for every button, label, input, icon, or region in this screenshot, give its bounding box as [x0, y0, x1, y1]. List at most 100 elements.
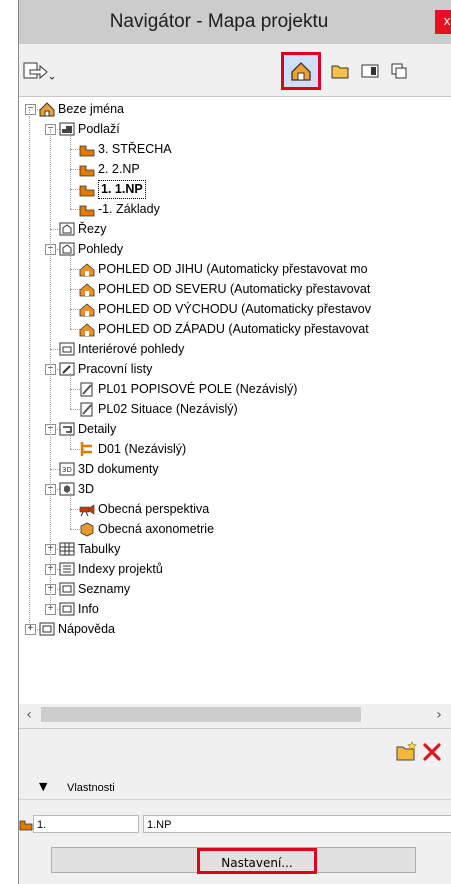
tree-item-lists[interactable]: + Seznamy [19, 579, 451, 599]
schedule-icon [59, 542, 75, 556]
horizontal-scrollbar[interactable]: ‹ › [19, 704, 451, 726]
tree-item-label: -1. Základy [98, 202, 160, 216]
tree-item-elevations[interactable]: − Pohledy [19, 239, 451, 259]
view-map-button[interactable] [327, 58, 353, 84]
collapse-toggle-icon[interactable]: − [25, 104, 36, 115]
tree-item-perspective[interactable]: Obecná perspektiva [19, 499, 451, 519]
tree-item-story[interactable]: 3. STŘECHA [19, 139, 451, 159]
tree-item-label: Nápověda [58, 622, 115, 636]
tree-item-label: POHLED OD JIHU (Automaticky přestavovat … [98, 262, 368, 276]
worksheets-icon [59, 362, 75, 376]
publisher-sets-icon [391, 63, 407, 79]
tree-item-story[interactable]: 2. 2.NP [19, 159, 451, 179]
story-id-field[interactable]: 1. [33, 815, 139, 833]
tree-item-help[interactable]: + Nápověda [19, 619, 451, 639]
tree-item-label: POHLED OD VÝCHODU (Automaticky přestavov [98, 302, 371, 316]
tree-item-worksheet[interactable]: PL02 Situace (Nezávislý) [19, 399, 451, 419]
tree-item-label: 2. 2.NP [98, 162, 140, 176]
story-icon [79, 165, 95, 177]
project-map-tree[interactable]: − Beze jména − Podlaží 3. STŘECHA 2. 2.NP 1. 1… [19, 96, 451, 706]
properties-title: Vlastnosti [67, 782, 115, 794]
properties-panel: ▼ Vlastnosti 1. 1.NP Nastavení... [19, 777, 451, 884]
collapse-triangle-icon: ▼ [39, 780, 48, 793]
new-folder-button[interactable] [395, 741, 417, 763]
details-icon [59, 422, 75, 436]
tree-item-3d[interactable]: −3D [19, 479, 451, 499]
worksheet-icon [80, 402, 93, 417]
tree-item-worksheet[interactable]: PL01 POPISOVÉ POLE (Nezávislý) [19, 379, 451, 399]
properties-header[interactable]: ▼ Vlastnosti [19, 777, 451, 800]
index-icon [59, 562, 75, 576]
settings-button-label: Nastavení... [197, 848, 317, 874]
project-map-house-icon [291, 62, 311, 81]
tree-actions-bar [19, 728, 451, 777]
navigator-window: Navigátor - Mapa projektu x − Beze jména… [18, 0, 451, 884]
title-bar: Navigátor - Mapa projektu x [19, 0, 451, 44]
project-house-icon [39, 102, 55, 117]
tree-item-project-indexes[interactable]: + Indexy projektů [19, 559, 451, 579]
tree-item-label: 1. 1.NP [98, 180, 146, 199]
close-button[interactable]: x [435, 10, 451, 34]
tree-item-details[interactable]: − Detaily [19, 419, 451, 439]
scroll-left-arrow-icon[interactable]: ‹ [19, 704, 39, 726]
tree-item-label: Seznamy [78, 582, 131, 596]
elevation-icon [79, 303, 95, 317]
tree-item-axonometry[interactable]: Obecná axonometrie [19, 519, 451, 539]
tree-item-label: Info [78, 602, 99, 616]
tree-item-label: POHLED OD SEVERU (Automaticky přestavova… [98, 282, 371, 296]
scroll-right-arrow-icon[interactable]: › [429, 704, 449, 726]
tree-item-elevation[interactable]: POHLED OD ZÁPADU (Automaticky přestavova… [19, 319, 451, 339]
settings-button[interactable]: Nastavení... [51, 847, 416, 874]
story-name-field[interactable]: 1.NP [143, 815, 451, 833]
tree-item-info[interactable]: + Info [19, 599, 451, 619]
section-icon [59, 222, 75, 236]
folder-icon [331, 65, 349, 79]
tree-item-label: 3. STŘECHA [98, 142, 172, 156]
list-icon [59, 582, 75, 596]
layout-book-button[interactable] [357, 58, 383, 84]
tree-item-stories[interactable]: − Podlaží [19, 119, 451, 139]
expand-toggle-icon[interactable]: + [25, 624, 36, 635]
tree-item-label: Obecná axonometrie [98, 522, 215, 536]
tree-item-3d-documents[interactable]: 3D 3D dokumenty [19, 459, 451, 479]
tree-item-label: PL02 Situace (Nezávislý) [98, 402, 238, 416]
tree-item-label: Obecná perspektiva [98, 502, 210, 516]
tree-item-project[interactable]: − Beze jména [19, 99, 451, 119]
tree-item-story[interactable]: -1. Základy [19, 199, 451, 219]
scroll-thumb[interactable] [41, 707, 361, 722]
tree-item-interior-elevations[interactable]: Interiérové pohledy [19, 339, 451, 359]
tree-item-sections[interactable]: Řezy [19, 219, 451, 239]
tree-item-detail[interactable]: D01 (Nezávislý) [19, 439, 451, 459]
svg-text:3D: 3D [62, 466, 72, 474]
tree-item-label: Indexy projektů [78, 562, 163, 576]
list-icon [39, 622, 55, 636]
project-map-button[interactable] [281, 52, 321, 90]
tree-item-label: Interiérové pohledy [78, 342, 185, 356]
detail-icon [80, 442, 92, 456]
tree-item-worksheets[interactable]: − Pracovní listy [19, 359, 451, 379]
tree-item-label: Pracovní listy [78, 362, 153, 376]
tree-item-elevation[interactable]: POHLED OD VÝCHODU (Automaticky přestavov [19, 299, 451, 319]
tree-item-story[interactable]: 1. 1.NP [19, 179, 451, 199]
tree-item-label: Pohledy [78, 242, 124, 256]
section-icon [59, 242, 75, 256]
tree-item-schedules[interactable]: + Tabulky [19, 539, 451, 559]
new-folder-star-icon [396, 741, 417, 761]
tree-item-elevation[interactable]: POHLED OD JIHU (Automaticky přestavovat … [19, 259, 451, 279]
delete-button[interactable] [421, 741, 443, 763]
story-icon [79, 205, 95, 217]
tree-guide-line [70, 373, 71, 409]
story-icon [19, 820, 33, 831]
tree-item-label: D01 (Nezávislý) [98, 442, 187, 456]
tree-guide-line [70, 493, 71, 529]
tree-item-elevation[interactable]: POHLED OD SEVERU (Automaticky přestavova… [19, 279, 451, 299]
window-title: Navigátor - Mapa projektu [109, 11, 329, 32]
tree-item-label: Beze jména [58, 102, 125, 116]
tree-item-label: 3D dokumenty [78, 462, 159, 476]
story-icon [79, 185, 95, 197]
tree-item-label: Tabulky [78, 542, 121, 556]
publisher-sets-button[interactable] [387, 58, 413, 84]
elevation-icon [79, 283, 95, 297]
tree-item-label: POHLED OD ZÁPADU (Automaticky přestavova… [98, 322, 369, 336]
publish-menu-button[interactable] [21, 58, 55, 84]
